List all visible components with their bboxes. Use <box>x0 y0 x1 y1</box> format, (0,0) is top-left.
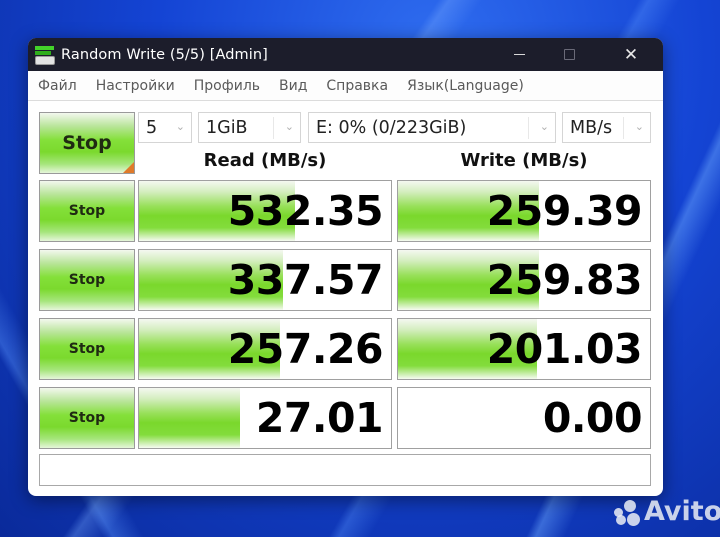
unit-value: MB/s <box>570 117 613 138</box>
menu-file[interactable]: Файл <box>38 78 77 94</box>
stop-label: Stop <box>68 341 106 357</box>
stop-button-row-4[interactable]: Stop <box>39 387 135 449</box>
maximize-button[interactable] <box>546 38 592 71</box>
menu-settings[interactable]: Настройки <box>96 78 175 94</box>
window-title: Random Write (5/5) [Admin] <box>61 46 268 63</box>
write-result-row-3: 201.03 <box>397 318 651 380</box>
write-value: 201.03 <box>486 325 643 373</box>
menu-help[interactable]: Справка <box>326 78 388 94</box>
close-icon: ✕ <box>623 44 639 65</box>
chevron-down-icon: ⌄ <box>539 120 549 133</box>
title-bar[interactable]: Random Write (5/5) [Admin] ✕ <box>28 38 663 71</box>
write-value: 0.00 <box>542 394 643 442</box>
test-size-select[interactable]: 1GiB ⌄ <box>198 112 301 143</box>
chevron-down-icon: ⌄ <box>175 120 185 133</box>
read-value: 532.35 <box>227 187 384 235</box>
write-column-header: Write (MB/s) <box>460 150 588 171</box>
stop-button-row-2[interactable]: Stop <box>39 249 135 311</box>
app-window: Random Write (5/5) [Admin] ✕ Файл Настро… <box>28 38 663 496</box>
test-count-value: 5 <box>146 117 158 138</box>
drive-select[interactable]: E: 0% (0/223GiB) ⌄ <box>308 112 556 143</box>
read-value: 257.26 <box>227 325 384 373</box>
write-result-row-4: 0.00 <box>397 387 651 449</box>
test-size-value: 1GiB <box>206 117 248 138</box>
read-result-row-2: 337.57 <box>138 249 392 311</box>
test-count-select[interactable]: 5 ⌄ <box>138 112 192 143</box>
write-value: 259.39 <box>486 187 643 235</box>
write-result-row-1: 259.39 <box>397 180 651 242</box>
close-button[interactable]: ✕ <box>608 38 654 71</box>
avito-watermark: Avito <box>612 496 720 527</box>
corner-marker-icon <box>123 162 134 173</box>
write-value: 259.83 <box>486 256 643 304</box>
read-result-row-3: 257.26 <box>138 318 392 380</box>
menu-view[interactable]: Вид <box>279 78 307 94</box>
app-disk-icon <box>34 44 56 66</box>
unit-select[interactable]: MB/s ⌄ <box>562 112 651 143</box>
read-value: 27.01 <box>255 394 384 442</box>
status-bar <box>39 454 651 486</box>
write-result-row-2: 259.83 <box>397 249 651 311</box>
read-value: 337.57 <box>227 256 384 304</box>
stop-label: Stop <box>68 272 106 288</box>
read-bar <box>139 388 240 448</box>
read-result-row-4: 27.01 <box>138 387 392 449</box>
chevron-down-icon: ⌄ <box>634 120 644 133</box>
stop-label: Stop <box>68 410 106 426</box>
stop-all-label: Stop <box>62 132 112 154</box>
minimize-icon <box>513 54 525 55</box>
menu-bar: Файл Настройки Профиль Вид Справка Язык(… <box>28 71 663 101</box>
read-result-row-1: 532.35 <box>138 180 392 242</box>
avito-logo-icon <box>612 498 642 526</box>
chevron-down-icon: ⌄ <box>284 120 294 133</box>
stop-all-button[interactable]: Stop <box>39 112 135 174</box>
menu-profile[interactable]: Профиль <box>194 78 260 94</box>
watermark-text: Avito <box>644 496 720 527</box>
read-column-header: Read (MB/s) <box>203 150 327 171</box>
stop-button-row-1[interactable]: Stop <box>39 180 135 242</box>
minimize-button[interactable] <box>496 38 542 71</box>
stop-button-row-3[interactable]: Stop <box>39 318 135 380</box>
stop-label: Stop <box>68 203 106 219</box>
menu-language[interactable]: Язык(Language) <box>407 78 524 94</box>
maximize-icon <box>563 49 575 60</box>
drive-value: E: 0% (0/223GiB) <box>316 117 467 138</box>
